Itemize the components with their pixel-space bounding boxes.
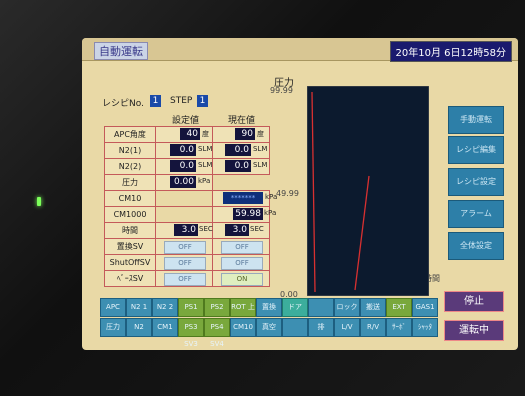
set-value[interactable]: 0.0 [170,144,196,156]
function-key[interactable]: EXT [386,298,412,317]
table-row: CM1000 59.98 kPa [104,206,276,223]
table-row: ShutOffSV OFF OFF [104,254,270,271]
recipe-label: レシピNo. [102,99,144,109]
function-key[interactable]: GAS1 [412,298,438,317]
function-key[interactable]: L/V [334,318,360,337]
global-settings-button[interactable]: 全体設定 [448,232,504,260]
power-led-indicator [37,197,41,206]
current-unit: kPa [264,209,277,217]
current-unit: SEC [250,225,264,233]
function-key[interactable]: PS1 SV1 [178,298,204,328]
chart-y-tick-mid: 49.99 [276,189,299,198]
table-row: CM10 ******* kPa [104,190,277,207]
table-row: APC角度 40 度 90 度 [104,126,270,143]
title-bar: 自動運転 20年10月 6日12時58分 [82,38,518,62]
table-row: 置換SV OFF OFF [104,238,270,255]
row-label: CM10 [104,190,156,207]
current-value: 3.0 [225,224,249,236]
set-unit: kPa [198,177,211,185]
current-value: 90 [235,128,255,140]
step-label: STEP [170,96,193,106]
recipe-number[interactable]: 1 [150,95,161,107]
set-switch[interactable]: OFF [164,257,206,270]
set-value[interactable]: 40 [180,128,200,140]
alarm-button[interactable]: アラーム [448,200,504,228]
set-value[interactable]: 0.0 [170,160,196,172]
step-number[interactable]: 1 [197,95,208,107]
function-key[interactable]: ドア [282,298,308,317]
function-key[interactable]: APC [100,298,126,317]
function-key[interactable]: CM10 [230,318,256,337]
set-value[interactable]: 0.00 [170,176,196,188]
function-key[interactable]: N2 2 [152,298,178,317]
function-key[interactable]: N2 1 [126,298,152,317]
set-value[interactable]: 3.0 [174,224,198,236]
row-label: N2(1) [104,142,156,159]
current-switch: OFF [221,241,263,254]
col-header-setting: 設定値 [172,116,200,126]
set-unit: SEC [199,225,213,233]
function-key[interactable]: ロック [334,298,360,317]
table-row: 時間 3.0 SEC 3.0 SEC [104,222,270,239]
running-status-button[interactable]: 運転中 [444,320,504,341]
function-key[interactable]: 真空 [256,318,282,337]
function-key[interactable]: ROT 上昇 [230,298,256,328]
row-label: 置換SV [104,238,156,255]
table-row: 圧力 0.00 kPa [104,174,270,191]
table-row: N2(2) 0.0 SLM 0.0 SLM [104,158,270,175]
function-key[interactable]: ｻｰﾎﾞ [386,318,412,337]
current-switch: OFF [221,257,263,270]
current-unit: SLM [253,161,268,169]
function-key[interactable] [308,298,334,317]
table-row: ﾍﾞｰｽSV OFF ON [104,270,270,287]
set-switch[interactable]: OFF [164,273,206,286]
function-key[interactable]: 搬送 [360,298,386,317]
manual-operation-button[interactable]: 手動運転 [448,106,504,134]
row-label: CM1000 [104,206,156,223]
current-value: 0.0 [225,144,251,156]
function-key[interactable] [282,318,308,337]
recipe-settings-button[interactable]: レシピ設定 [448,168,504,196]
current-unit: 度 [257,130,264,138]
function-key[interactable]: ｼｬｯﾀ [412,318,438,337]
function-key[interactable]: 置換 [256,298,282,317]
current-value: 59.98 [233,208,263,220]
set-unit: SLM [198,145,213,153]
pressure-chart [307,86,429,296]
row-label: ShutOffSV [104,254,156,271]
stop-button[interactable]: 停止 [444,291,504,312]
current-switch: ON [221,273,263,286]
set-switch[interactable]: OFF [164,241,206,254]
function-key[interactable]: 圧力 [100,318,126,337]
hmi-screen: 自動運転 20年10月 6日12時58分 レシピNo. 1 STEP 1 設定値… [82,38,518,350]
row-label: 圧力 [104,174,156,191]
row-label: 時間 [104,222,156,239]
current-unit: SLM [253,145,268,153]
recipe-edit-button[interactable]: レシピ編集 [448,136,504,164]
chart-y-tick-max: 99.99 [270,86,293,95]
function-key[interactable]: PS3 SV3 [178,318,204,348]
current-value: ******* [223,192,263,204]
table-row: N2(1) 0.0 SLM 0.0 SLM [104,142,270,159]
row-label: APC角度 [104,126,156,143]
function-key[interactable]: PS4 SV4 [204,318,230,348]
clock-display: 20年10月 6日12時58分 [389,41,512,62]
function-key[interactable]: PS2 SV2 [204,298,230,328]
screen-title: 自動運転 [94,42,148,60]
function-key[interactable]: N2 [126,318,152,337]
set-unit: 度 [202,130,209,138]
set-unit: SLM [198,161,213,169]
function-key[interactable]: R/V [360,318,386,337]
current-value: 0.0 [225,160,251,172]
chart-plot-area [307,86,429,296]
row-label: ﾍﾞｰｽSV [104,270,156,287]
parameter-table: APC角度 40 度 90 度 N2(1) 0.0 SLM 0.0 SLM N2(2) … [104,126,277,287]
function-key[interactable]: CM1 [152,318,178,337]
row-label: N2(2) [104,158,156,175]
col-header-current: 現在値 [228,116,256,126]
function-key[interactable]: 排 [308,318,334,337]
